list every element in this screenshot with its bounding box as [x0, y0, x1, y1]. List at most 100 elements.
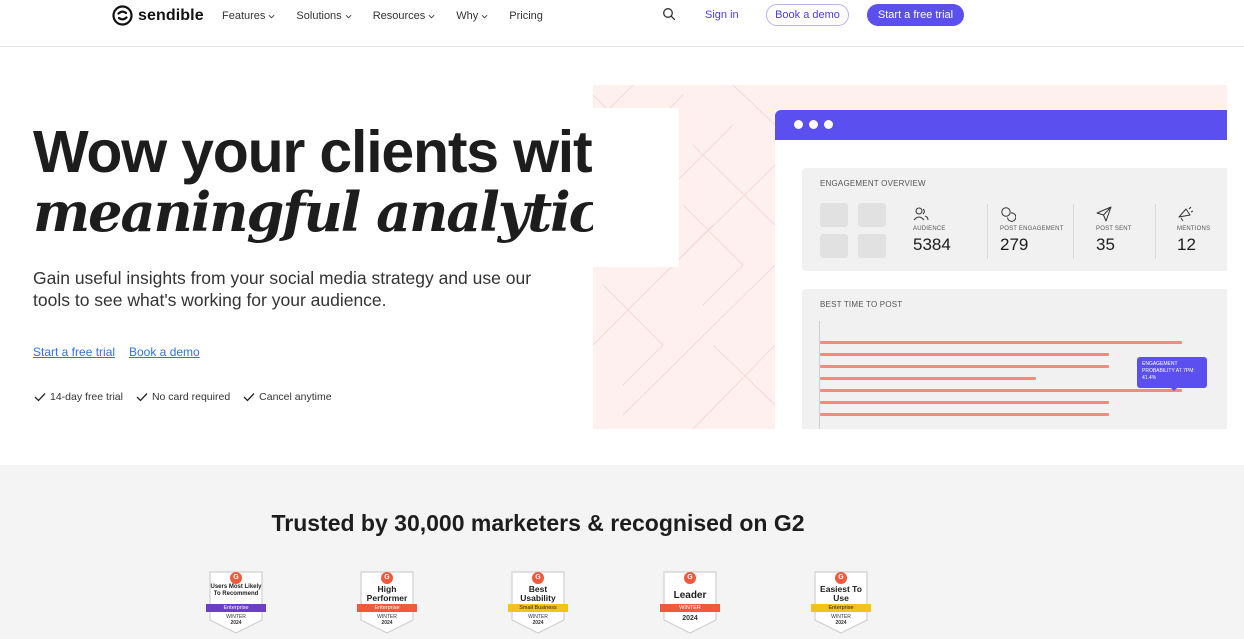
trust-section: Trusted by 30,000 marketers & recognised…: [0, 465, 1244, 639]
sign-in-link[interactable]: Sign in: [705, 9, 739, 21]
divider: [987, 204, 988, 259]
badge-name: Best Usability: [520, 584, 556, 603]
nav-item-resources[interactable]: Resources: [373, 9, 436, 23]
nav-item-label: Resources: [372, 10, 426, 22]
logo-text: sendible: [138, 6, 204, 24]
badge-name: Easiest To Use: [820, 584, 862, 603]
nav-item-label: Solutions: [296, 10, 342, 22]
card-title: BEST TIME TO POST: [820, 300, 903, 309]
divider: [1155, 204, 1156, 259]
time-bar: [820, 341, 1182, 344]
check-label: No card required: [151, 391, 231, 403]
placeholder-thumbnail: [858, 203, 886, 227]
time-bar: [820, 365, 1109, 368]
placeholder-thumbnail: [820, 203, 848, 227]
metric-label: POST ENGAGEMENT: [1000, 226, 1064, 232]
window-dot: [809, 120, 818, 129]
time-bar: [820, 377, 1036, 380]
time-bar: [820, 389, 1182, 392]
badge-ribbon: WINTER: [660, 604, 720, 612]
time-bar: [820, 401, 1109, 404]
badge-ribbon: Enterprise: [206, 604, 266, 612]
badge-year: 2024: [381, 620, 393, 626]
sendible-logo[interactable]: sendible: [112, 5, 204, 26]
check-item: No card required: [136, 391, 230, 403]
g2-logo-icon: G: [684, 572, 696, 584]
window-dot: [824, 120, 833, 129]
engagement-tooltip: ENGAGEMENT PROBABILITY AT 7PM: 41.4%: [1137, 357, 1207, 388]
metric-value: 5384: [913, 235, 951, 254]
engagement-overview-card: ENGAGEMENT OVERVIEW AUDIENCE 5384 POST E…: [802, 168, 1227, 271]
nav-item-solutions[interactable]: Solutions: [296, 9, 352, 23]
badge-year: 2024: [532, 620, 544, 626]
divider: [1073, 204, 1074, 259]
g2-logo-icon: G: [230, 572, 242, 584]
nav-item-features[interactable]: Features: [222, 9, 275, 23]
metric-value: 35: [1096, 235, 1115, 254]
best-time-card: BEST TIME TO POST ENGAGEMENT PROBABILITY…: [802, 289, 1227, 429]
metric-label: AUDIENCE: [913, 226, 946, 232]
sendible-logo-icon: [112, 5, 133, 26]
hero-title-line2: meaningful analytics.: [33, 180, 647, 244]
metric-mentions: MENTIONS 12: [1177, 206, 1210, 255]
window-dot: [794, 120, 803, 129]
nav-menu: Features Solutions Resources Why Pricing: [222, 9, 564, 23]
time-bar: [820, 353, 1109, 356]
g2-logo-icon: G: [532, 572, 544, 584]
top-nav: sendible Features Solutions Resources Wh…: [0, 0, 1244, 47]
metric-post-engagement: POST ENGAGEMENT 279: [1000, 206, 1064, 255]
check-item: Cancel anytime: [243, 391, 332, 403]
hero-start-free-trial-link[interactable]: Start a free trial: [33, 345, 115, 359]
metric-audience: AUDIENCE 5384: [913, 206, 951, 255]
metric-label: POST SENT: [1096, 226, 1132, 232]
metric-value: 12: [1177, 235, 1196, 254]
badge-ribbon: Enterprise: [357, 604, 417, 612]
hero-subtitle: Gain useful insights from your social me…: [33, 268, 532, 310]
g2-logo-icon: G: [381, 572, 393, 584]
g2-badge: G Leader WINTER 2024: [660, 570, 720, 634]
badge-ribbon: Enterprise: [811, 604, 871, 612]
checkmark-icon: [34, 393, 46, 402]
badge-name: Leader: [673, 590, 707, 601]
book-demo-button[interactable]: Book a demo: [766, 4, 849, 26]
decorative-pattern-top: [775, 85, 1227, 110]
feature-checklist: 14-day free trial No card required Cance…: [34, 391, 332, 403]
chevron-down-icon: [428, 14, 435, 18]
nav-item-pricing[interactable]: Pricing: [509, 9, 543, 23]
time-bar: [820, 413, 1109, 416]
card-title: ENGAGEMENT OVERVIEW: [820, 179, 926, 188]
start-free-trial-button[interactable]: Start a free trial: [867, 4, 964, 26]
search-icon[interactable]: [662, 7, 676, 21]
checkmark-icon: [136, 393, 148, 402]
placeholder-thumbnail: [820, 234, 848, 258]
checkmark-icon: [243, 393, 255, 402]
badge-ribbon: Small Business: [508, 604, 568, 612]
nav-item-label: Features: [222, 10, 266, 22]
badge-name: High Performer: [366, 584, 408, 603]
tooltip-tail: [1171, 388, 1177, 391]
g2-badge: G Users Most Likely To Recommend Enterpris…: [206, 570, 266, 634]
dashboard-window-bar: [775, 110, 1227, 140]
trust-title: Trusted by 30,000 marketers & recognised…: [271, 510, 805, 536]
users-icon: [913, 207, 929, 221]
placeholder-thumbnail: [858, 234, 886, 258]
metric-value: 279: [1000, 235, 1029, 254]
badge-year: 2024: [682, 615, 698, 622]
white-block: [593, 108, 679, 267]
metric-post-sent: POST SENT 35: [1096, 206, 1132, 255]
hero-book-demo-link[interactable]: Book a demo: [129, 345, 200, 359]
badge-year: 2024: [230, 620, 242, 626]
badge-year: 2024: [835, 620, 847, 626]
nav-item-why[interactable]: Why: [456, 9, 488, 23]
check-label: 14-day free trial: [50, 391, 123, 403]
g2-logo-icon: G: [835, 572, 847, 584]
g2-badge: G Easiest To Use Enterprise WINTER 2024: [811, 570, 871, 634]
megaphone-icon: [1178, 206, 1193, 222]
nav-item-label: Why: [456, 10, 479, 22]
check-label: Cancel anytime: [259, 391, 332, 403]
hero-title-line1: Wow your clients with: [33, 119, 627, 185]
check-item: 14-day free trial: [34, 391, 123, 403]
send-icon: [1096, 206, 1112, 222]
chevron-down-icon: [481, 14, 488, 18]
badge-name: Users Most Likely To Recommend: [210, 584, 262, 597]
